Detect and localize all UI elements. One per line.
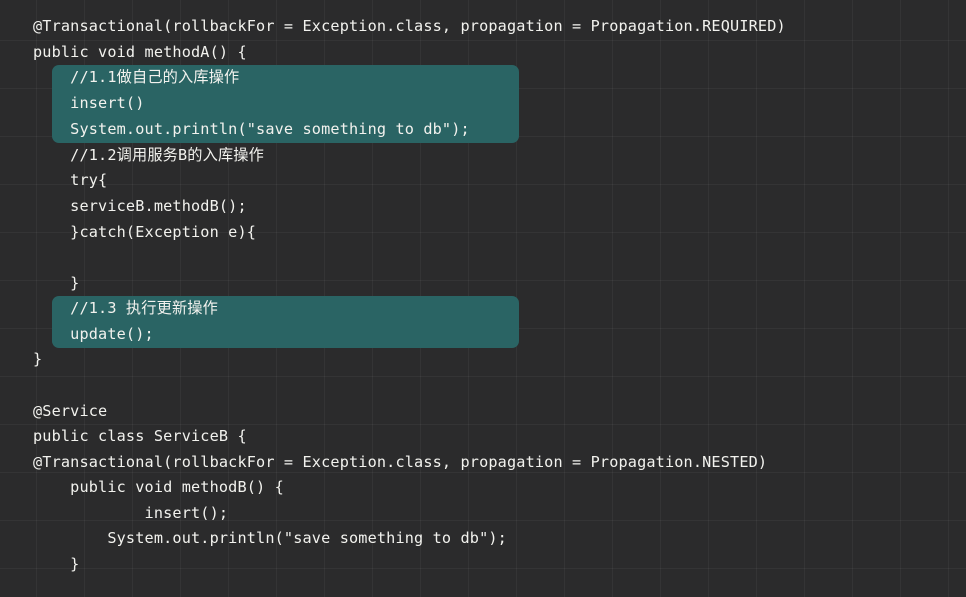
code-line-16: @Service [33,402,108,420]
code-line-19: public void methodB() { [33,478,284,496]
code-line-17: public class ServiceB { [33,427,247,445]
code-line-5: System.out.println("save something to db… [33,120,470,138]
code-line-14: } [33,350,43,368]
code-line-21: System.out.println("save something to db… [33,529,507,547]
code-line-12: //1.3 执行更新操作 [33,299,218,317]
code-line-18: @Transactional(rollbackFor = Exception.c… [33,453,768,471]
code-line-9: }catch(Exception e){ [33,223,257,241]
code-line-7: try{ [33,171,108,189]
code-line-4: insert() [33,94,145,112]
code-line-8: serviceB.methodB(); [33,197,247,215]
code-line-13: update(); [33,325,154,343]
code-line-6: //1.2调用服务B的入库操作 [33,146,264,164]
code-editor: @Transactional(rollbackFor = Exception.c… [0,0,966,597]
code-line-3: //1.1做自己的入库操作 [33,68,240,86]
code-line-20: insert(); [33,504,229,522]
code-line-22: } [33,555,80,573]
code-line-2: public void methodA() { [33,43,247,61]
code-line-11: } [33,274,80,292]
code-line-1: @Transactional(rollbackFor = Exception.c… [33,17,786,35]
